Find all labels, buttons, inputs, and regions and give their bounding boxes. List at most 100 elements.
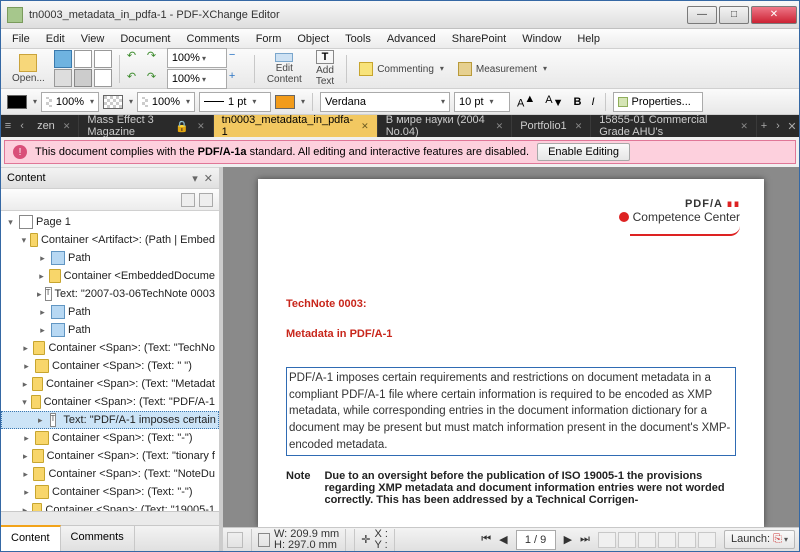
prev-page-button[interactable]: ◀ [499, 533, 507, 546]
last-page-button[interactable]: ⏭ [580, 533, 590, 546]
options-button[interactable] [227, 532, 243, 548]
redo-icon[interactable]: ↷ [147, 49, 165, 67]
disclosure-icon[interactable]: ▾ [5, 217, 16, 228]
doc-tab[interactable]: 15855-01 Commercial Grade AHU's✕ [591, 115, 757, 137]
panel-menu-icon[interactable]: ▾ [192, 172, 198, 185]
menu-window[interactable]: Window [515, 31, 568, 47]
doc-tab[interactable]: Mass Effect 3 Magazine 🔒✕ [79, 115, 213, 137]
page-number-input[interactable]: 1 / 9 [516, 530, 556, 550]
menu-sharepoint[interactable]: SharePoint [445, 31, 513, 47]
menu-document[interactable]: Document [113, 31, 177, 47]
fit-width-icon[interactable] [698, 532, 716, 548]
enable-editing-button[interactable]: Enable Editing [537, 143, 630, 161]
properties-button[interactable]: Properties... [613, 92, 703, 112]
snapshot-icon[interactable] [74, 69, 92, 87]
tree-node[interactable]: ▸TText: "PDF/A-1 imposes certain [1, 411, 219, 429]
disclosure-icon[interactable]: ▸ [37, 289, 42, 300]
tree-node[interactable]: ▸TText: "2007-03-06TechNote 0003 [1, 285, 219, 303]
layout-single-icon[interactable] [598, 532, 616, 548]
disclosure-icon[interactable]: ▸ [37, 253, 48, 264]
disclosure-icon[interactable]: ▸ [21, 469, 30, 480]
disclosure-icon[interactable]: ▾ [21, 397, 28, 408]
disclosure-icon[interactable]: ▸ [38, 415, 43, 426]
next-page-button[interactable]: ▶ [564, 533, 572, 546]
tab-close-icon[interactable]: ✕ [361, 121, 369, 132]
undo-icon[interactable]: ↶ [127, 49, 145, 67]
tabs-scroll-right[interactable]: › [771, 115, 785, 137]
hand-tool-icon[interactable] [74, 50, 92, 68]
zoom-in-icon[interactable]: + [229, 70, 247, 88]
tab-close-icon[interactable]: ✕ [496, 121, 504, 132]
edit-content-button[interactable]: Edit Content [262, 52, 307, 86]
highlight-color-swatch[interactable] [275, 95, 295, 109]
panel-close-icon[interactable]: ✕ [204, 172, 213, 185]
italic-icon[interactable]: I [588, 96, 597, 108]
content-tree[interactable]: ▾Page 1▾Container <Artifact>: (Path | Em… [1, 211, 219, 511]
launch-button[interactable]: Launch: ⎘▾ [724, 530, 795, 549]
redo-all-icon[interactable]: ↷ [147, 70, 165, 88]
disclosure-icon[interactable]: ▾ [21, 235, 27, 246]
menu-help[interactable]: Help [570, 31, 607, 47]
tree-node[interactable]: ▸Path [1, 303, 219, 321]
tree-node[interactable]: ▸Container <Span>: (Text: "-") [1, 483, 219, 501]
undo-all-icon[interactable]: ↶ [127, 70, 145, 88]
layout-two-cont-icon[interactable] [658, 532, 676, 548]
titlebar[interactable]: tn0003_metadata_in_pdfa-1 - PDF-XChange … [1, 1, 799, 29]
tabs-close-all[interactable]: ✕ [785, 115, 799, 137]
tree-node[interactable]: ▾Container <Artifact>: (Path | Embed [1, 231, 219, 249]
shrink-font-icon[interactable]: A▼ [542, 94, 566, 109]
doc-tab[interactable]: В мире науки (2004 No.04)✕ [378, 115, 513, 137]
tab-close-icon[interactable]: ✕ [63, 121, 71, 132]
new-tab-button[interactable]: + [757, 115, 771, 137]
collapse-all-icon[interactable] [199, 193, 213, 207]
stroke-color-swatch[interactable] [7, 95, 27, 109]
tabs-scroll-left[interactable]: ‹ [15, 115, 29, 137]
minimize-button[interactable]: — [687, 6, 717, 24]
find-icon[interactable] [94, 69, 112, 87]
zoom-input-1[interactable]: 100%▾ [167, 48, 227, 68]
menu-edit[interactable]: Edit [39, 31, 72, 47]
fill-opacity[interactable]: 100%▾ [137, 92, 195, 112]
zoom-input-2[interactable]: 100%▾ [167, 69, 227, 89]
tree-node[interactable]: ▸Container <Span>: (Text: "tionary f [1, 447, 219, 465]
disclosure-icon[interactable]: ▸ [37, 307, 48, 318]
disclosure-icon[interactable]: ▸ [21, 487, 32, 498]
menu-file[interactable]: File [5, 31, 37, 47]
tree-node[interactable]: ▸Path [1, 321, 219, 339]
disclosure-icon[interactable]: ▸ [37, 271, 46, 282]
add-text-button[interactable]: T Add Text [311, 52, 339, 86]
font-size-select[interactable]: 10 pt▾ [454, 92, 510, 112]
maximize-button[interactable]: □ [719, 6, 749, 24]
doc-tab[interactable]: tn0003_metadata_in_pdfa-1✕ [214, 115, 378, 137]
menu-advanced[interactable]: Advanced [380, 31, 443, 47]
bold-icon[interactable]: B [571, 96, 585, 108]
tree-node[interactable]: ▸Container <Span>: (Text: "TechNo [1, 339, 219, 357]
disclosure-icon[interactable]: ▸ [21, 379, 29, 390]
menu-form[interactable]: Form [249, 31, 289, 47]
disclosure-icon[interactable]: ▸ [37, 325, 48, 336]
measurement-button[interactable]: Measurement▾ [453, 59, 552, 79]
print-icon[interactable] [54, 69, 72, 87]
tabs-menu-button[interactable]: ≡ [1, 115, 15, 137]
tree-node[interactable]: ▾Container <Span>: (Text: "PDF/A-1 [1, 393, 219, 411]
commenting-button[interactable]: Commenting▾ [354, 59, 449, 79]
doc-tab[interactable]: zen✕ [29, 115, 79, 137]
tree-node[interactable]: ▸Container <Span>: (Text: "Metadat [1, 375, 219, 393]
select-text-icon[interactable] [94, 50, 112, 68]
tree-node[interactable]: ▸Container <Span>: (Text: "NoteDu [1, 465, 219, 483]
grow-font-icon[interactable]: A▲ [514, 93, 538, 110]
layout-cont-icon[interactable] [618, 532, 636, 548]
save-icon[interactable] [54, 50, 72, 68]
sidebar-tab-comments[interactable]: Comments [61, 526, 135, 551]
tree-h-scrollbar[interactable] [1, 511, 219, 525]
tree-node[interactable]: ▸Path [1, 249, 219, 267]
font-select[interactable]: Verdana▾ [320, 92, 450, 112]
disclosure-icon[interactable]: ▸ [21, 361, 32, 372]
fit-page-icon[interactable] [678, 532, 696, 548]
close-button[interactable]: ✕ [751, 6, 797, 24]
doc-tab[interactable]: Portfolio1✕ [512, 115, 591, 137]
first-page-button[interactable]: ⏮ [481, 533, 491, 546]
menu-view[interactable]: View [74, 31, 112, 47]
tree-node[interactable]: ▸Container <Span>: (Text: " ") [1, 357, 219, 375]
zoom-out-icon[interactable]: − [229, 49, 247, 67]
